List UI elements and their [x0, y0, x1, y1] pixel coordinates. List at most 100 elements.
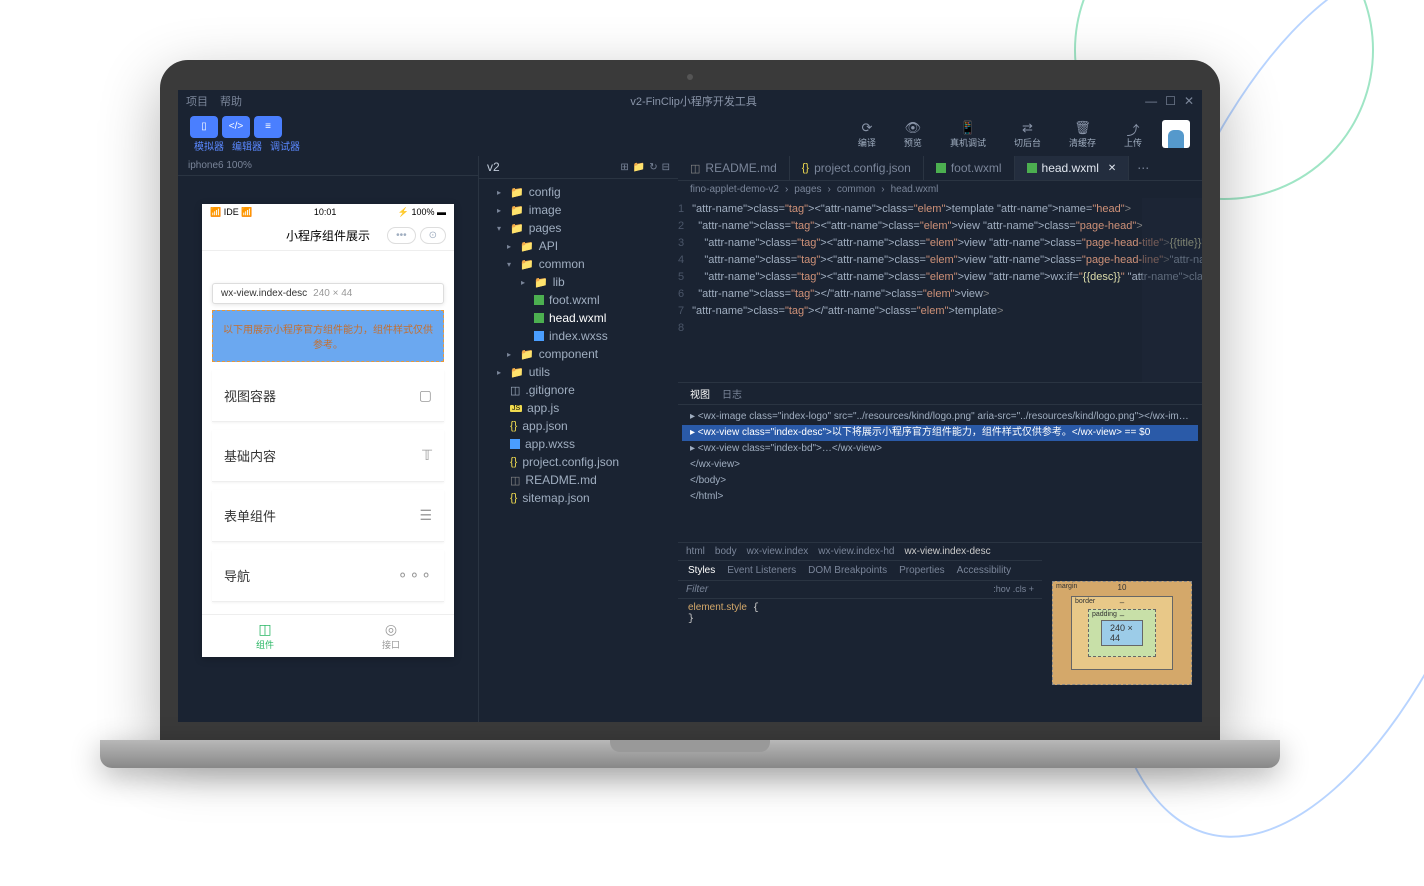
tree-item[interactable]: foot.wxml — [479, 291, 678, 309]
window-title: v2-FinClip小程序开发工具 — [242, 93, 1145, 109]
box-model: margin 10 border – padding – 240 × 44 — [1042, 543, 1202, 722]
user-avatar[interactable] — [1162, 120, 1190, 148]
tree-item[interactable]: head.wxml — [479, 309, 678, 327]
simulator-label: 模拟器 — [194, 138, 224, 153]
file-explorer: v2 ⊞ 📁 ↻ ⊟ ▸📁config▸📁image▾📁pages▸📁API▾📁… — [478, 156, 678, 722]
editor-label: 编辑器 — [232, 138, 262, 153]
phone-tab[interactable]: ◎接口 — [328, 615, 454, 657]
toolbar-编译[interactable]: ⟳编译 — [858, 120, 876, 149]
status-signal: 📶 IDE 📶 — [210, 207, 252, 218]
collapse-icon[interactable]: ⊟ — [662, 162, 670, 173]
dom-crumb[interactable]: body — [715, 546, 737, 557]
editor-tab[interactable]: ◫ README.md — [678, 156, 790, 180]
menu-item[interactable]: 视图容器▢ — [212, 370, 444, 422]
tree-item[interactable]: ▸📁API — [479, 237, 678, 255]
menu-item[interactable]: 基础内容𝕋 — [212, 430, 444, 482]
tree-item[interactable]: {}project.config.json — [479, 453, 678, 471]
styles-tab[interactable]: Event Listeners — [727, 565, 796, 576]
dom-crumb[interactable]: wx-view.index-desc — [904, 546, 990, 557]
tree-item[interactable]: ◫README.md — [479, 471, 678, 489]
editor-area: ◫ README.md{} project.config.json foot.w… — [678, 156, 1202, 722]
status-time: 10:01 — [314, 207, 337, 218]
breadcrumb-item[interactable]: head.wxml — [891, 184, 939, 195]
dom-crumb[interactable]: wx-view.index-hd — [818, 546, 894, 557]
tree-item[interactable]: ◫.gitignore — [479, 381, 678, 399]
debugger-label: 调试器 — [270, 138, 300, 153]
dom-node[interactable]: ▸ <wx-image class="index-logo" src="../r… — [682, 409, 1198, 425]
styles-tab[interactable]: Accessibility — [957, 565, 1011, 576]
editor-tab[interactable]: foot.wxml — [924, 156, 1015, 180]
status-battery: ⚡ 100% ▬ — [398, 207, 446, 218]
dom-node[interactable]: </body> — [682, 473, 1198, 489]
device-info[interactable]: iphone6 100% — [178, 156, 478, 176]
new-folder-icon[interactable]: 📁 — [633, 162, 645, 173]
tree-item[interactable]: ▸📁image — [479, 201, 678, 219]
dom-node[interactable]: </wx-view> — [682, 457, 1198, 473]
editor-toggle[interactable]: </> — [222, 116, 250, 138]
styles-tab[interactable]: Styles — [688, 565, 715, 576]
code-editor[interactable]: 12345678 "attr-name">class="tag"><"attr-… — [678, 198, 1202, 382]
dom-crumb[interactable]: html — [686, 546, 705, 557]
dom-crumb[interactable]: wx-view.index — [747, 546, 809, 557]
minimize-icon[interactable]: — — [1145, 94, 1157, 108]
styles-filter[interactable]: Filter — [686, 584, 993, 595]
tree-item[interactable]: ▸📁component — [479, 345, 678, 363]
maximize-icon[interactable]: ☐ — [1165, 94, 1176, 108]
simulator-toggle[interactable]: ▯ — [190, 116, 218, 138]
tree-item[interactable]: index.wxss — [479, 327, 678, 345]
close-icon[interactable]: ✕ — [1184, 94, 1194, 108]
dom-tab-view[interactable]: 视图 — [690, 386, 710, 401]
minimap[interactable] — [1142, 198, 1202, 382]
toolbar: ▯ </> ≡ 模拟器 编辑器 调试器 ⟳编译 👁预览 📱真机调试 ⇄切后台 🗑清缓存 ⤴… — [178, 112, 1202, 156]
dom-node[interactable]: ▸ <wx-view class="index-desc">以下将展示小程序官方… — [682, 425, 1198, 441]
toolbar-真机调试[interactable]: 📱真机调试 — [950, 120, 986, 149]
breadcrumb-item[interactable]: pages — [794, 184, 821, 195]
tree-item[interactable]: ▸📁utils — [479, 363, 678, 381]
laptop-frame: 项目 帮助 v2-FinClip小程序开发工具 — ☐ ✕ ▯ </> ≡ — [160, 60, 1220, 780]
titlebar: 项目 帮助 v2-FinClip小程序开发工具 — ☐ ✕ — [178, 90, 1202, 112]
inspector-tooltip: wx-view.index-desc240 × 44 — [212, 283, 444, 304]
simulator-panel: iphone6 100% 📶 IDE 📶 10:01 ⚡ 100% ▬ 小程序组… — [178, 156, 478, 722]
breadcrumb-item[interactable]: fino-applet-demo-v2 — [690, 184, 779, 195]
toolbar-预览[interactable]: 👁预览 — [904, 120, 922, 149]
tree-item[interactable]: JSapp.js — [479, 399, 678, 417]
styles-tab[interactable]: Properties — [899, 565, 945, 576]
close-app-icon[interactable]: ⊙ — [420, 227, 446, 244]
tree-item[interactable]: ▸📁lib — [479, 273, 678, 291]
tree-item[interactable]: ▾📁common — [479, 255, 678, 273]
tab-close-icon[interactable]: ✕ — [1108, 163, 1116, 174]
tree-item[interactable]: {}sitemap.json — [479, 489, 678, 507]
editor-tab[interactable]: {} project.config.json — [790, 156, 924, 180]
styles-panel: html body wx-view.index wx-view.index-hd wx-… — [678, 542, 1202, 722]
menu-help[interactable]: 帮助 — [220, 93, 242, 109]
dom-node[interactable]: ▸ <wx-view class="index-bd">…</wx-view> — [682, 441, 1198, 457]
more-icon[interactable]: ••• — [387, 227, 416, 244]
new-file-icon[interactable]: ⊞ — [620, 162, 628, 173]
toolbar-上传[interactable]: ⤴上传 — [1124, 120, 1142, 149]
editor-tab[interactable]: head.wxml✕ — [1015, 156, 1130, 180]
toolbar-清缓存[interactable]: 🗑清缓存 — [1069, 120, 1096, 149]
tree-item[interactable]: app.wxss — [479, 435, 678, 453]
tab-more-icon[interactable]: ⋯ — [1129, 156, 1157, 180]
dom-tab-log[interactable]: 日志 — [722, 386, 742, 401]
styles-tab[interactable]: DOM Breakpoints — [808, 565, 887, 576]
project-root[interactable]: v2 — [487, 160, 500, 174]
highlighted-element[interactable]: 以下用展示小程序官方组件能力，组件样式仅供参考。 — [212, 310, 444, 362]
debugger-toggle[interactable]: ≡ — [254, 116, 282, 138]
tree-item[interactable]: {}app.json — [479, 417, 678, 435]
app-title: 小程序组件展示 — [286, 227, 370, 244]
menu-item[interactable]: 导航⚬⚬⚬ — [212, 550, 444, 602]
menu-project[interactable]: 项目 — [186, 93, 208, 109]
css-rule[interactable]: element.style { } — [678, 599, 1042, 628]
toolbar-切后台[interactable]: ⇄切后台 — [1014, 120, 1041, 149]
ide-window: 项目 帮助 v2-FinClip小程序开发工具 — ☐ ✕ ▯ </> ≡ — [178, 90, 1202, 722]
refresh-icon[interactable]: ↻ — [649, 162, 657, 173]
phone-tab[interactable]: ◫组件 — [202, 615, 328, 657]
css-rule[interactable]: </span> <span class="css-sel">.index-des… — [678, 628, 1042, 634]
dom-node[interactable]: </html> — [682, 489, 1198, 505]
menu-item[interactable]: 表单组件☰ — [212, 490, 444, 542]
tree-item[interactable]: ▸📁config — [479, 183, 678, 201]
tree-item[interactable]: ▾📁pages — [479, 219, 678, 237]
breadcrumb-item[interactable]: common — [837, 184, 875, 195]
styles-filter-actions[interactable]: :hov .cls + — [993, 584, 1034, 595]
